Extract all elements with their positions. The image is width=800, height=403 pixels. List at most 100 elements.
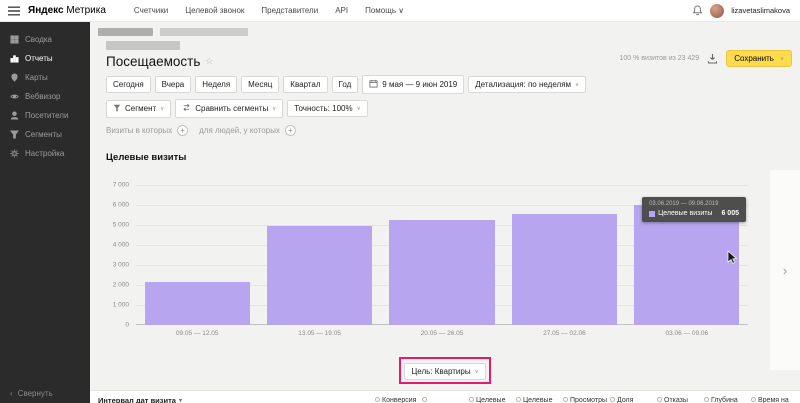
webvisor-icon: [10, 92, 19, 101]
period-button[interactable]: Вчера: [154, 76, 192, 93]
top-bar: Яндекс Метрика Счетчики Целевой звонок Пре…: [0, 0, 800, 22]
interval-column-header[interactable]: Интервал дат визита ▾: [98, 396, 182, 403]
interval-label: Интервал дат визита: [98, 396, 176, 403]
x-tick-label: 20.05 — 26.05: [420, 330, 464, 337]
settings-icon: [10, 149, 19, 158]
x-tick-label: 03.06 — 09.06: [665, 330, 709, 337]
sidebar-item-webvisor[interactable]: Вебвизор: [0, 87, 90, 106]
bar-slot: [381, 185, 503, 325]
metric-radio-icon[interactable]: [704, 397, 709, 402]
chart-bar[interactable]: [511, 214, 618, 325]
summary-icon: [10, 35, 19, 44]
nav-item-help[interactable]: Помощь ∨: [365, 6, 404, 15]
chart-bar[interactable]: [144, 282, 250, 325]
report-actions: 100 % визитов из 23 429 Сохранить ∨: [619, 50, 792, 67]
sidebar-item-reports[interactable]: Отчеты: [0, 49, 90, 68]
goal-label: Цель: Квартиры: [411, 367, 471, 376]
sidebar-item-label: Карты: [25, 73, 48, 82]
sidebar-menu: Сводка Отчеты Карты Вебвизор Посетители Сегме…: [0, 30, 90, 163]
metric-radio-icon[interactable]: [657, 397, 662, 402]
page-title-text: Посещаемость: [106, 54, 201, 69]
column-header-label: Целевые посетители: [523, 397, 553, 403]
user-name[interactable]: lizavetaslimakova: [731, 6, 790, 15]
period-button[interactable]: Квартал: [283, 76, 328, 93]
period-button[interactable]: Месяц: [241, 76, 280, 93]
reports-icon: [10, 54, 19, 63]
save-button[interactable]: Сохранить ∨: [726, 50, 792, 67]
sidebar-item-maps[interactable]: Карты: [0, 68, 90, 87]
add-people-condition-button[interactable]: +: [284, 125, 296, 136]
sidebar-item-label: Сводка: [25, 35, 53, 44]
redacted-report-path: [106, 41, 180, 50]
add-visits-condition-button[interactable]: +: [177, 125, 189, 136]
column-header[interactable]: Отказы: [657, 396, 702, 403]
avatar[interactable]: [710, 3, 725, 18]
column-header[interactable]: Глубина просмотра: [704, 396, 749, 403]
date-range-button[interactable]: 9 мая — 9 июн 2019: [362, 75, 465, 94]
accuracy-button[interactable]: Точность: 100% ∨: [287, 100, 368, 117]
column-header[interactable]: Конверсия: [375, 396, 420, 403]
column-header[interactable]: Целевые визиты: [469, 396, 514, 403]
redacted-counter-info: [160, 28, 248, 36]
sidebar-item-label: Отчеты: [25, 54, 53, 63]
column-header[interactable]: Достижения цели: [422, 396, 467, 403]
sidebar-item-label: Сегменты: [25, 130, 62, 139]
sidebar-item-settings[interactable]: Настройка: [0, 144, 90, 163]
sidebar-collapse[interactable]: ‹ Свернуть: [10, 389, 53, 398]
metric-radio-icon[interactable]: [610, 397, 615, 402]
column-header[interactable]: Доля новых посетителей: [610, 396, 655, 403]
chevron-down-icon: ∨: [474, 368, 479, 375]
chart-next-arrow[interactable]: ›: [770, 170, 800, 370]
download-icon[interactable]: [707, 53, 718, 64]
metric-radio-icon[interactable]: [422, 397, 427, 402]
sidebar-item-summary[interactable]: Сводка: [0, 30, 90, 49]
y-tick-label: 7 000: [112, 181, 129, 189]
goal-button[interactable]: Цель: Квартиры ∨: [404, 363, 486, 380]
detalization-button[interactable]: Детализация: по неделям ∨: [468, 76, 587, 93]
period-button[interactable]: Год: [331, 76, 359, 93]
logo-yandex: Яндекс: [28, 5, 64, 16]
metric-radio-icon[interactable]: [375, 397, 380, 402]
goal-row: Цель: Квартиры ∨: [90, 357, 800, 384]
tooltip-value: 6 005: [721, 210, 739, 217]
metric-radio-icon[interactable]: [469, 397, 474, 402]
period-button[interactable]: Сегодня: [106, 76, 151, 93]
nav-item-api[interactable]: API: [335, 6, 348, 15]
nav-item-target-call[interactable]: Целевой звонок: [185, 6, 244, 15]
sample-info: 100 % визитов из 23 429: [619, 55, 700, 62]
y-tick-label: 0: [125, 321, 129, 329]
y-tick-label: 6 000: [112, 201, 129, 209]
calendar-icon: [369, 79, 378, 90]
x-axis: 09.05 — 12.05 13.05 — 19.05 20.05 — 26.05 2…: [136, 325, 748, 337]
period-button[interactable]: Неделя: [195, 76, 238, 93]
chart-bar[interactable]: [634, 205, 740, 325]
chart-title: Целевые визиты: [106, 152, 187, 163]
metric-radio-icon[interactable]: [516, 397, 521, 402]
sidebar-item-visitors[interactable]: Посетители: [0, 106, 90, 125]
chart-bar[interactable]: [266, 226, 373, 325]
report-header: Посещаемость ☆ 100 % визитов из 23 429 С…: [106, 41, 792, 69]
annotation-highlight: Цель: Квартиры ∨: [399, 357, 491, 384]
y-tick-label: 4 000: [112, 241, 129, 249]
chart-bar[interactable]: [389, 220, 495, 325]
metric-radio-icon[interactable]: [751, 397, 756, 402]
sidebar-item-segments[interactable]: Сегменты: [0, 125, 90, 144]
column-header[interactable]: Целевые посетители: [516, 396, 561, 403]
column-header[interactable]: Время на сайте: [751, 396, 796, 403]
menu-icon[interactable]: [8, 6, 20, 16]
table-columns: Конверсия Достижения цели Целевые визиты Це…: [375, 396, 796, 403]
segment-button[interactable]: Сегмент ∨: [106, 99, 172, 118]
chart-tooltip: 03.06.2019 — 09.06.2019 Целевые визиты 6…: [642, 197, 746, 222]
bell-icon[interactable]: [692, 5, 703, 16]
compare-segments-button[interactable]: Сравнить сегменты ∨: [175, 99, 284, 118]
nav-item-counters[interactable]: Счетчики: [134, 6, 168, 15]
logo[interactable]: Яндекс Метрика: [28, 5, 106, 16]
column-header[interactable]: Просмотры: [563, 396, 608, 403]
metric-radio-icon[interactable]: [563, 397, 568, 402]
favorite-star-icon[interactable]: ☆: [205, 56, 213, 67]
y-axis: 0 1 000 2 000 3 000 4 000 5 000 6 000 7 000: [106, 181, 136, 329]
visitors-icon: [10, 111, 19, 120]
chart-plot: 03.06.2019 — 09.06.2019 Целевые визиты 6…: [136, 185, 748, 325]
nav-item-representatives[interactable]: Представители: [261, 6, 318, 15]
bar-slot: [258, 185, 380, 325]
